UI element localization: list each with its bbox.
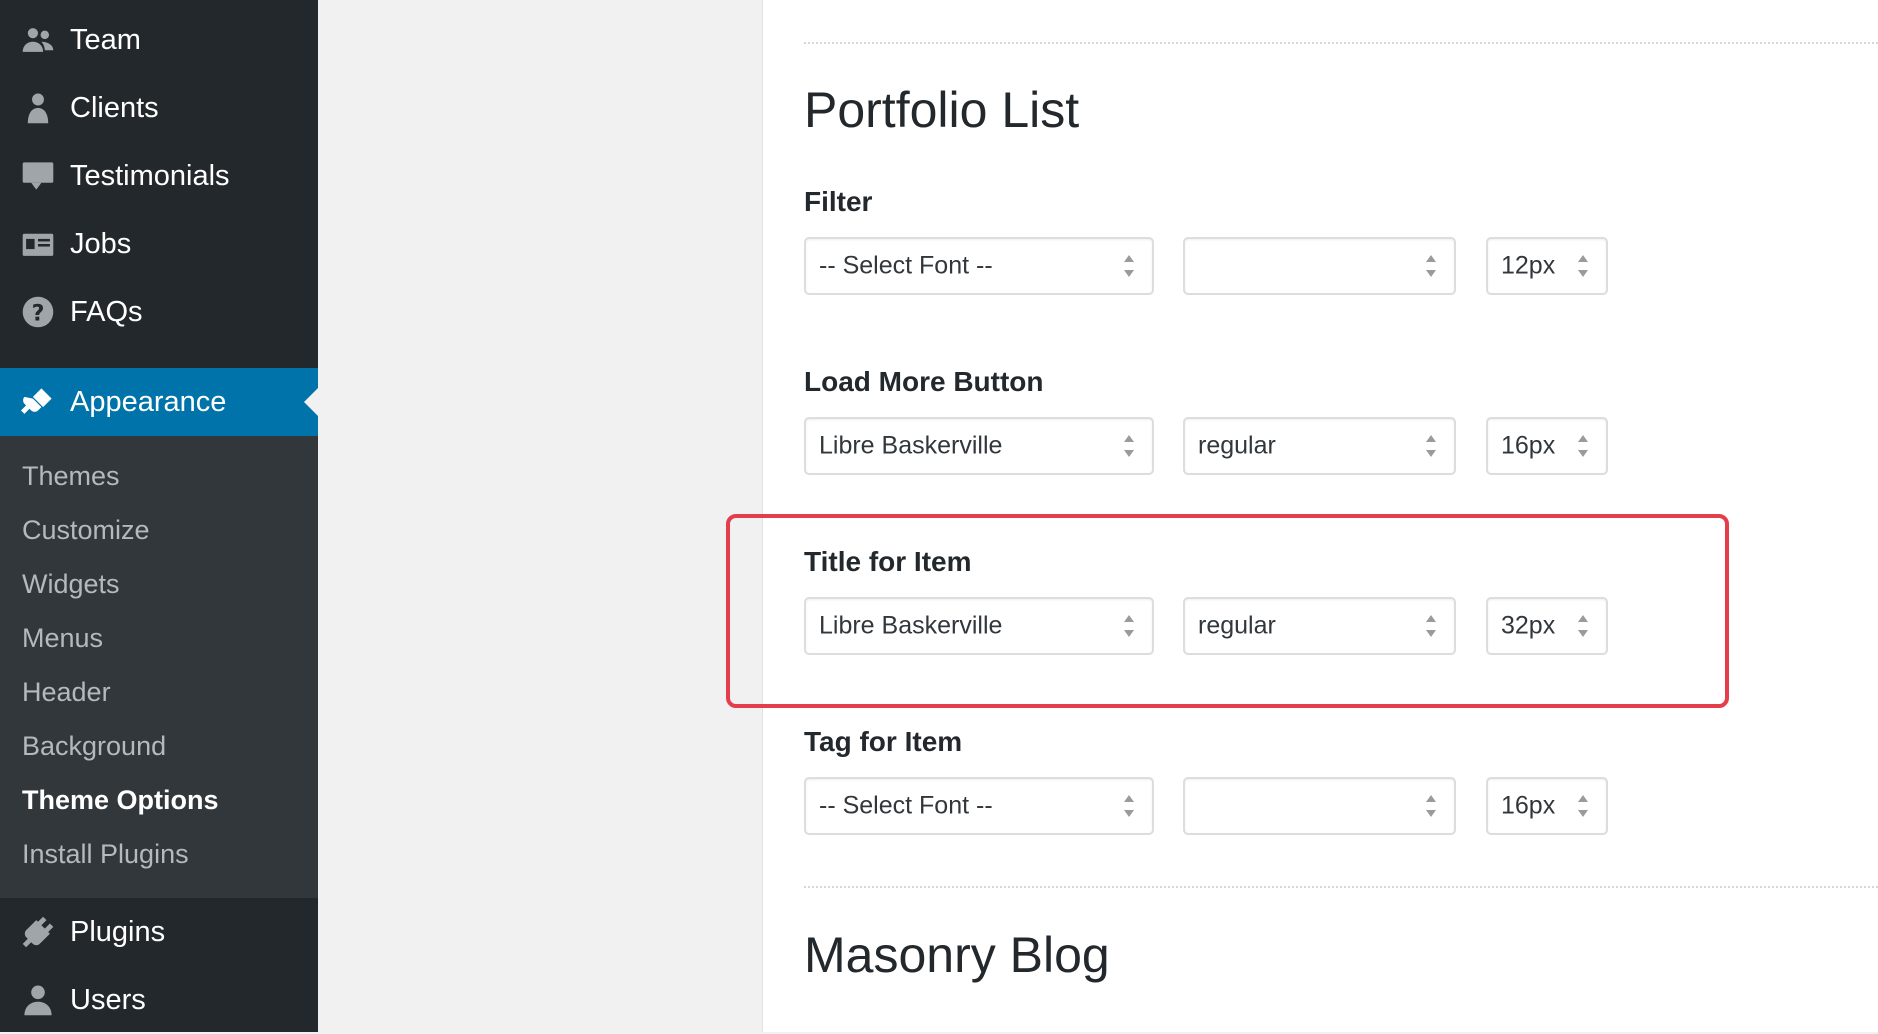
submenu-install-plugins[interactable]: Install Plugins [22,838,189,870]
select-value: Libre Baskerville [819,431,1003,460]
select-value: Libre Baskerville [819,611,1003,640]
submenu-header[interactable]: Header [22,676,111,708]
menu-item-label: Plugins [70,915,166,948]
select-value: -- Select Font -- [819,251,993,280]
field-label-filter: Filter [804,186,873,217]
menu-item-team[interactable]: Team [0,6,318,74]
title-item-size-select[interactable]: 32px [1486,597,1608,655]
menu-item-label: Jobs [70,227,132,260]
section-divider [804,886,1878,888]
testimonials-icon [20,158,56,194]
select-arrows-icon [1122,252,1136,280]
field-label-load-more-button: Load More Button [804,366,1044,397]
select-arrows-icon [1576,252,1590,280]
menu-item-label: Testimonials [70,159,230,192]
tag-item-size-select[interactable]: 16px [1486,777,1608,835]
menu-item-label: Users [70,983,146,1016]
filter-size-select[interactable]: 12px [1486,237,1608,295]
submenu-widgets[interactable]: Widgets [22,568,120,600]
menu-item-users[interactable]: Users [0,966,318,1034]
admin-sidebar: Team Clients Testimonials Jobs ? FAQs Ap… [0,0,318,1032]
select-arrows-icon [1576,432,1590,460]
select-arrows-icon [1122,792,1136,820]
select-value: regular [1198,431,1276,460]
menu-item-appearance[interactable]: Appearance [0,368,318,436]
users-icon [20,982,56,1018]
load-more-weight-select[interactable]: regular [1183,417,1456,475]
faqs-icon: ? [20,294,56,330]
menu-item-label: Appearance [70,385,227,418]
submenu-background[interactable]: Background [22,730,166,762]
select-value: 16px [1501,791,1556,820]
select-value: regular [1198,611,1276,640]
submenu-theme-options[interactable]: Theme Options [22,784,219,816]
select-arrows-icon [1424,432,1438,460]
load-more-size-select[interactable]: 16px [1486,417,1608,475]
clients-icon [20,90,56,126]
select-value: -- Select Font -- [819,791,993,820]
options-panel [762,0,1878,1032]
menu-item-testimonials[interactable]: Testimonials [0,142,318,210]
select-arrows-icon [1424,252,1438,280]
menu-item-label: FAQs [70,295,143,328]
select-arrows-icon [1424,612,1438,640]
section-divider [804,42,1878,44]
team-icon [20,22,56,58]
select-value: 12px [1501,251,1556,280]
select-arrows-icon [1576,612,1590,640]
select-arrows-icon [1122,432,1136,460]
title-item-font-select[interactable]: Libre Baskerville [804,597,1154,655]
svg-text:?: ? [32,301,45,327]
select-arrows-icon [1576,792,1590,820]
appearance-submenu: Themes Customize Widgets Menus Header Ba… [0,436,318,898]
filter-font-select[interactable]: -- Select Font -- [804,237,1154,295]
select-arrows-icon [1122,612,1136,640]
submenu-themes[interactable]: Themes [22,460,120,492]
field-label-tag-for-item: Tag for Item [804,726,963,757]
field-label-title-for-item: Title for Item [804,546,972,577]
submenu-customize[interactable]: Customize [22,514,150,546]
title-item-weight-select[interactable]: regular [1183,597,1456,655]
select-value: 16px [1501,431,1556,460]
menu-item-jobs[interactable]: Jobs [0,210,318,278]
tag-item-font-select[interactable]: -- Select Font -- [804,777,1154,835]
menu-item-clients[interactable]: Clients [0,74,318,142]
load-more-font-select[interactable]: Libre Baskerville [804,417,1154,475]
plugin-icon [20,914,56,950]
select-arrows-icon [1424,792,1438,820]
jobs-icon [20,226,56,262]
submenu-menus[interactable]: Menus [22,622,103,654]
next-section-title: Masonry Blog [804,927,1110,983]
menu-item-plugins[interactable]: Plugins [0,898,318,966]
menu-item-label: Team [70,23,141,56]
section-title: Portfolio List [804,82,1080,138]
tag-item-weight-select[interactable] [1183,777,1456,835]
menu-item-label: Clients [70,91,159,124]
paintbrush-icon [20,384,56,420]
select-value: 32px [1501,611,1556,640]
filter-weight-select[interactable] [1183,237,1456,295]
menu-item-faqs[interactable]: ? FAQs [0,278,318,346]
